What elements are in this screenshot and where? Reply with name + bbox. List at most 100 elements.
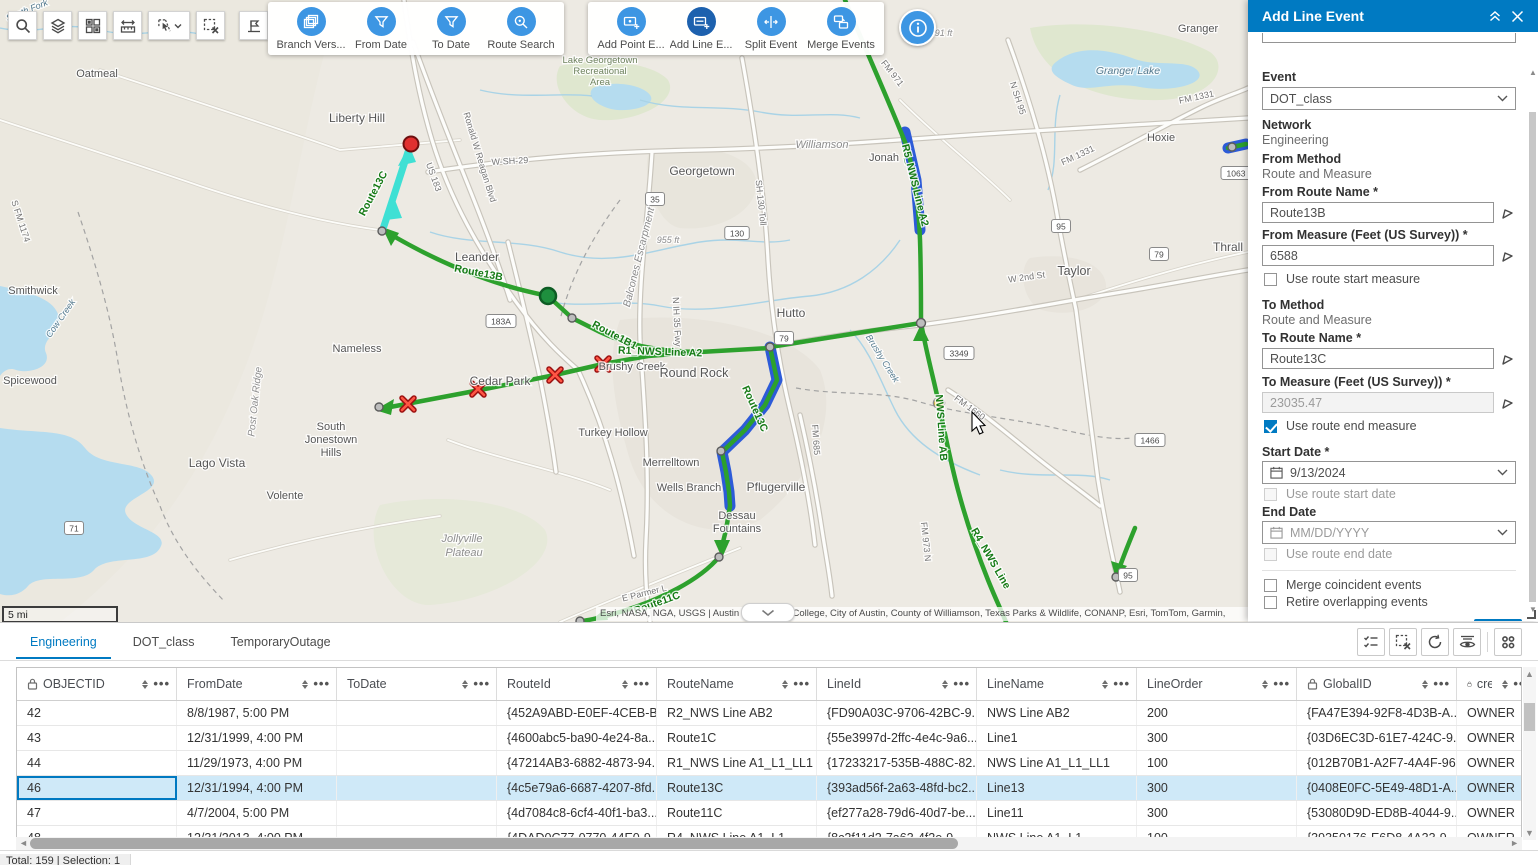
start-date-picker[interactable]: 9/13/2024 [1262, 461, 1516, 484]
cell[interactable]: {17233217-535B-488C-82... [817, 751, 977, 775]
column-header-routeid[interactable]: RouteId••• [497, 668, 657, 700]
pick-from-map-icon[interactable] [1500, 351, 1516, 367]
column-header-objectid[interactable]: OBJECTID••• [17, 668, 177, 700]
column-menu-icon[interactable]: ••• [153, 679, 170, 689]
cell[interactable]: Route11C [657, 801, 817, 825]
cell[interactable]: 4/7/2004, 5:00 PM [177, 801, 337, 825]
cell[interactable]: R1_NWS Line A1_L1_LL1 [657, 751, 817, 775]
use-route-start-measure-row[interactable]: Use route start measure [1264, 272, 1420, 286]
cell[interactable]: R2_NWS Line AB2 [657, 701, 817, 725]
cell[interactable]: {53080D9D-ED8B-4044-9... [1297, 801, 1457, 825]
use-route-start-measure-checkbox[interactable] [1264, 273, 1277, 286]
tab-temporaryoutage[interactable]: TemporaryOutage [217, 624, 345, 660]
cell[interactable]: 12/31/1999, 4:00 PM [177, 726, 337, 750]
cell[interactable] [337, 776, 497, 800]
column-menu-icon[interactable]: ••• [1273, 679, 1290, 689]
scrollbar-thumb[interactable] [30, 838, 958, 849]
column-menu-icon[interactable]: ••• [313, 679, 330, 689]
column-menu-icon[interactable]: ••• [793, 679, 810, 689]
next-button[interactable]: Next [1474, 619, 1522, 621]
panel-scrollbar[interactable]: ▲ ▼ [1529, 68, 1537, 607]
use-route-end-measure-checkbox[interactable] [1264, 420, 1277, 433]
cell[interactable]: 47 [17, 801, 177, 825]
info-button[interactable] [899, 9, 936, 46]
clear-selection-button[interactable] [196, 11, 225, 40]
cell[interactable]: 11/29/1973, 4:00 PM [177, 751, 337, 775]
column-menu-icon[interactable]: ••• [1433, 679, 1450, 689]
cell[interactable]: 43 [17, 726, 177, 750]
cell[interactable]: {4c5e79a6-6687-4207-8fd... [497, 776, 657, 800]
flag-tool-button[interactable] [239, 11, 268, 40]
tool-add-point-event[interactable]: Add Point E... [598, 7, 664, 51]
pick-from-map-icon[interactable] [1500, 205, 1516, 221]
cell[interactable]: {452A9ABD-E0EF-4CEB-B... [497, 701, 657, 725]
cell[interactable]: NWS Line A1_L1_LL1 [977, 751, 1137, 775]
cell[interactable]: 300 [1137, 801, 1297, 825]
use-route-end-measure-row[interactable]: Use route end measure [1264, 419, 1417, 433]
cell[interactable] [337, 726, 497, 750]
tool-route-search[interactable]: Route Search [488, 7, 554, 51]
cell[interactable]: Route13C [657, 776, 817, 800]
cell[interactable]: {FD90A03C-9706-42BC-9... [817, 701, 977, 725]
cell[interactable]: Route1C [657, 726, 817, 750]
cell[interactable]: 100 [1137, 751, 1297, 775]
search-button[interactable] [8, 11, 37, 40]
collapse-panel-button[interactable] [1484, 5, 1506, 27]
cell[interactable]: OWNER [1457, 801, 1522, 825]
sort-icon[interactable] [622, 680, 628, 689]
column-header-fromdate[interactable]: FromDate••• [177, 668, 337, 700]
tool-add-line-event[interactable]: Add Line E... [668, 7, 734, 51]
tab-dot_class[interactable]: DOT_class [119, 624, 209, 660]
cell[interactable] [337, 751, 497, 775]
cell[interactable] [337, 801, 497, 825]
table-horizontal-scrollbar[interactable]: ◄ ► [16, 837, 1522, 850]
retire-overlapping-row[interactable]: Retire overlapping events [1264, 595, 1428, 609]
retire-overlapping-checkbox[interactable] [1264, 596, 1277, 609]
basemap-button[interactable] [78, 11, 107, 40]
cell[interactable]: Line13 [977, 776, 1137, 800]
cell[interactable]: 46 [17, 776, 177, 800]
tool-branch-versions[interactable]: Branch Vers... [278, 7, 344, 51]
cell[interactable]: 44 [17, 751, 177, 775]
column-header-lineid[interactable]: LineId••• [817, 668, 977, 700]
cell[interactable]: Line11 [977, 801, 1137, 825]
column-menu-icon[interactable]: ••• [1513, 679, 1522, 689]
table-options-button[interactable] [1494, 628, 1522, 656]
show-selected-records-button[interactable] [1357, 628, 1385, 656]
cell[interactable]: 8/8/1987, 5:00 PM [177, 701, 337, 725]
cell[interactable]: {47214AB3-6882-4873-94... [497, 751, 657, 775]
merge-coincident-row[interactable]: Merge coincident events [1264, 578, 1422, 592]
cell[interactable]: 42 [17, 701, 177, 725]
map-canvas[interactable]: 3513079799595183A33491063146671 OatmealL… [0, 0, 1248, 622]
table-row[interactable]: 4612/31/1994, 4:00 PM{4c5e79a6-6687-4207… [17, 776, 1521, 801]
cell[interactable]: OWNER [1457, 751, 1522, 775]
column-header-linename[interactable]: LineName••• [977, 668, 1137, 700]
cell[interactable]: OWNER [1457, 701, 1522, 725]
refresh-button[interactable] [1421, 628, 1449, 656]
scrollbar-thumb[interactable] [1529, 112, 1536, 602]
panel-resize-handle[interactable] [1527, 610, 1536, 619]
visible-fields-button[interactable] [1453, 628, 1481, 656]
column-header-globalid[interactable]: GlobalID••• [1297, 668, 1457, 700]
column-header-todate[interactable]: ToDate••• [337, 668, 497, 700]
column-menu-icon[interactable]: ••• [633, 679, 650, 689]
measure-button[interactable] [113, 11, 142, 40]
tool-merge-events[interactable]: Merge Events [808, 7, 874, 51]
sort-icon[interactable] [942, 680, 948, 689]
cell[interactable]: {0408E0FC-5E49-48D1-A... [1297, 776, 1457, 800]
sort-icon[interactable] [302, 680, 308, 689]
cell[interactable]: 300 [1137, 726, 1297, 750]
column-header-routename[interactable]: RouteName••• [657, 668, 817, 700]
cell[interactable]: {4d7084c8-6cf4-40f1-ba3... [497, 801, 657, 825]
column-menu-icon[interactable]: ••• [473, 679, 490, 689]
tool-split-event[interactable]: Split Event [738, 7, 804, 51]
cell[interactable]: {393ad56f-2a63-48fd-bc2... [817, 776, 977, 800]
cell[interactable]: 200 [1137, 701, 1297, 725]
event-select[interactable]: DOT_class [1262, 87, 1516, 110]
end-date-picker[interactable]: MM/DD/YYYY [1262, 521, 1516, 544]
cell[interactable] [337, 701, 497, 725]
to-route-name-input[interactable]: Route13C [1262, 348, 1494, 369]
tool-from-date-filter[interactable]: From Date [348, 7, 414, 51]
layers-button[interactable] [43, 11, 72, 40]
close-panel-button[interactable] [1506, 5, 1528, 27]
